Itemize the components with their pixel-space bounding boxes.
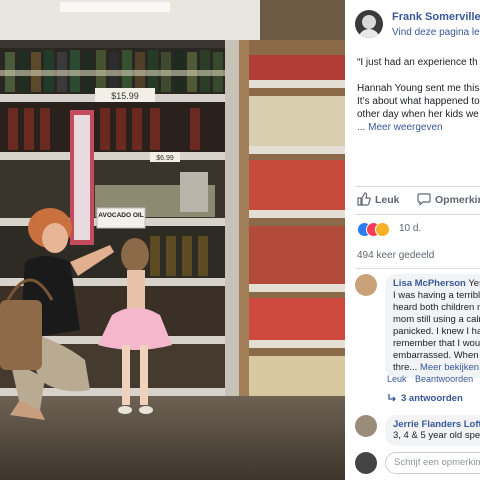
post-panel: Frank Somerville K Vind deze pagina leuk… (345, 0, 480, 480)
share-count[interactable]: 494 keer gedeeld (357, 250, 434, 261)
post-line: other day when her kids we (357, 108, 480, 121)
comment-text: embarrassed. When I (393, 350, 480, 361)
comment-icon (417, 193, 431, 206)
divider (355, 268, 480, 269)
view-replies-link[interactable]: 3 antwoorden (387, 393, 463, 404)
wow-reaction-icon (375, 222, 390, 237)
see-more-link[interactable]: Meer bekijken (420, 362, 479, 373)
divider (355, 186, 480, 187)
post-line-text: other day when her kids we (357, 109, 479, 120)
like-page-link[interactable]: Vind deze pagina leuk (392, 27, 480, 38)
comment-text: 3, 4 & 5 year old spec (393, 430, 480, 441)
price-tag: $15.99 (111, 91, 139, 101)
comment-button[interactable]: Opmerking pl (435, 194, 480, 206)
commenter-name[interactable]: Lisa McPherson (393, 278, 466, 289)
bottle-row (0, 48, 235, 94)
comment-composer: Schrijf een opmerking (355, 452, 480, 476)
comment-text: heard both children m (393, 302, 480, 313)
commenter-avatar[interactable] (355, 274, 377, 296)
avocado-oil-sign: AVOCADO OIL (98, 212, 143, 219)
post-actions: Leuk Opmerking pl (357, 192, 480, 210)
comment-text: I was having a terrible (393, 290, 480, 301)
post-body: “I just had an experience th Hannah Youn… (357, 56, 480, 134)
user-avatar (355, 452, 377, 474)
comment-text: remember that I would (393, 338, 480, 349)
replies-count: 3 antwoorden (401, 393, 463, 404)
see-more-line: ... Meer weergeven (357, 121, 480, 134)
page-avatar[interactable] (355, 10, 383, 38)
comment-text: Yes (468, 278, 480, 289)
grocery-aisle-photo: $15.99 $6.99 AVOCADO OIL (0, 0, 345, 480)
post-header: Frank Somerville K Vind deze pagina leuk (355, 10, 480, 44)
commenter-avatar[interactable] (355, 415, 377, 437)
post-line: It’s about what happened to (357, 96, 480, 107)
comment-input[interactable]: Schrijf een opmerking (385, 452, 480, 474)
commenter-name[interactable]: Jerrie Flanders Lofti (393, 419, 480, 430)
comment-bubble: Lisa McPherson Yes I was having a terrib… (385, 274, 480, 378)
divider (355, 214, 480, 215)
post-photo[interactable]: $15.99 $6.99 AVOCADO OIL (0, 0, 345, 480)
thumbs-up-icon (357, 192, 371, 206)
comment-text: thre... (393, 362, 418, 373)
post-line: Hannah Young sent me this (357, 83, 480, 94)
reaction-count: 10 d. (399, 223, 422, 234)
post-line (357, 69, 480, 82)
post-line: “I just had an experience th (357, 57, 478, 68)
comment-reply-button[interactable]: Beantwoorden (415, 374, 473, 384)
comment-actions: Leuk Beantwoorden 5 (387, 374, 480, 384)
comment-like-button[interactable]: Leuk (387, 374, 407, 384)
like-button[interactable]: Leuk (375, 194, 400, 206)
see-more-link[interactable]: ... Meer weergeven (357, 122, 443, 133)
page-name[interactable]: Frank Somerville K (392, 11, 480, 23)
comment-text: panicked. I knew I hac (393, 326, 480, 337)
comment-bubble: Jerrie Flanders Lofti 3, 4 & 5 year old … (385, 415, 480, 446)
price-tag: $6.99 (156, 155, 174, 162)
comment-text: mom still using a calm (393, 314, 480, 325)
reply-arrow-icon (388, 394, 396, 402)
